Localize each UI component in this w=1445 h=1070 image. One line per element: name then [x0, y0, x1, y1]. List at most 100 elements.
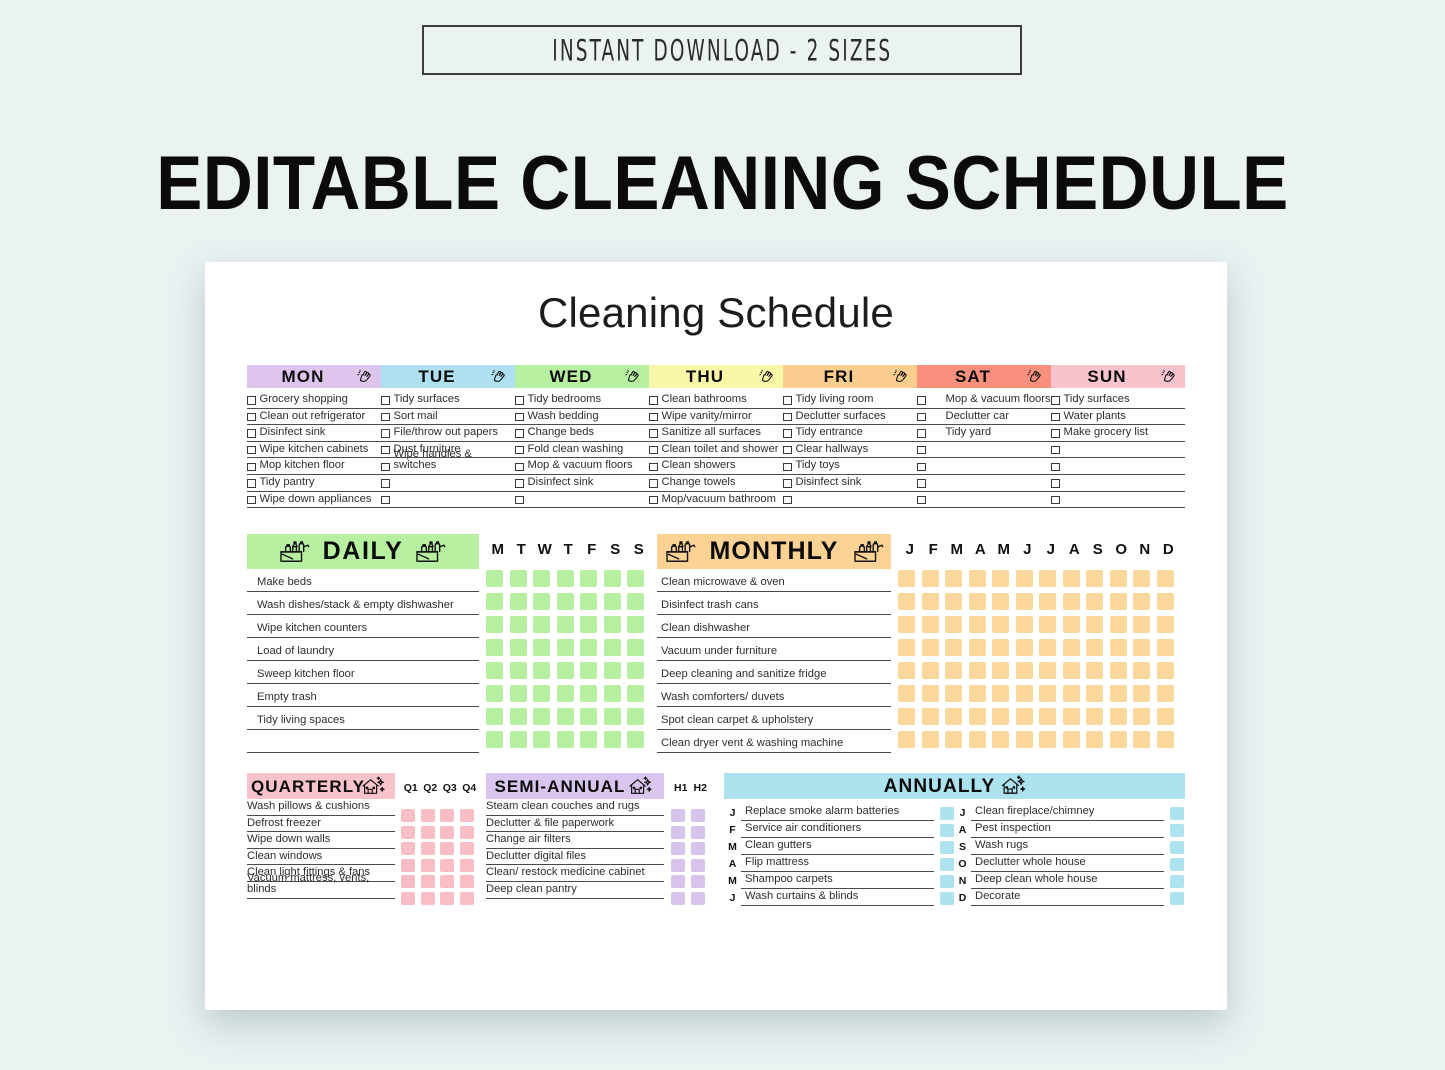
monthly-grid-cell[interactable] [1062, 570, 1080, 587]
monthly-grid-cell[interactable] [1015, 662, 1033, 679]
monthly-grid-cell[interactable] [898, 570, 915, 587]
day-task-row[interactable]: Mop kitchen floor [247, 458, 381, 475]
checkbox-icon[interactable] [917, 495, 926, 505]
quarterly-grid-cell[interactable] [401, 825, 415, 839]
day-task-row[interactable]: Tidy yard [917, 425, 1051, 442]
monthly-grid-cell[interactable] [992, 593, 1009, 610]
annually-task-row[interactable]: N Deep clean whole house [954, 872, 1184, 889]
daily-grid-cell[interactable] [603, 708, 621, 725]
monthly-task-row[interactable]: Clean dishwasher [657, 615, 891, 638]
monthly-grid-cell[interactable] [1156, 570, 1174, 587]
daily-grid-cell[interactable] [603, 616, 621, 633]
semi-annual-grid-cell[interactable] [690, 891, 705, 905]
day-task-row[interactable]: Grocery shopping [247, 392, 381, 409]
daily-grid-cell[interactable] [603, 685, 621, 702]
monthly-grid-cell[interactable] [1086, 616, 1103, 633]
monthly-grid-cell[interactable] [1109, 616, 1127, 633]
monthly-grid-cell[interactable] [1086, 731, 1103, 748]
monthly-grid-cell[interactable] [1133, 731, 1150, 748]
monthly-grid-cell[interactable] [968, 731, 986, 748]
daily-grid-cell[interactable] [556, 570, 574, 587]
monthly-grid-cell[interactable] [1062, 639, 1080, 656]
monthly-grid-cell[interactable] [921, 593, 939, 610]
annually-task-row[interactable]: M Clean gutters [724, 838, 954, 855]
semi-annual-grid-cell[interactable] [671, 825, 685, 839]
annually-task-row[interactable]: D Decorate [954, 889, 1184, 906]
monthly-grid-cell[interactable] [945, 662, 962, 679]
monthly-grid-cell[interactable] [945, 570, 962, 587]
checkbox-icon[interactable] [515, 445, 524, 455]
annually-grid-cell[interactable] [1170, 807, 1184, 820]
day-task-row[interactable]: Tidy surfaces [1051, 392, 1185, 409]
monthly-grid-cell[interactable] [968, 639, 986, 656]
annually-grid-cell[interactable] [1170, 892, 1184, 905]
semi-annual-grid-cell[interactable] [671, 842, 685, 856]
daily-grid-cell[interactable] [580, 639, 597, 656]
checkbox-icon[interactable] [1051, 429, 1060, 438]
semi-annual-task-row[interactable]: Deep clean pantry [486, 882, 664, 899]
semi-annual-grid-cell[interactable] [671, 891, 685, 905]
day-task-row[interactable]: Tidy bedrooms [515, 392, 649, 409]
monthly-task-row[interactable]: Deep cleaning and sanitize fridge [657, 661, 891, 684]
monthly-grid-cell[interactable] [1086, 685, 1103, 702]
daily-grid-cell[interactable] [580, 685, 597, 702]
day-task-row[interactable]: Wipe kitchen cabinets [247, 442, 381, 459]
monthly-grid-cell[interactable] [1039, 685, 1056, 702]
daily-grid-cell[interactable] [580, 662, 597, 679]
monthly-grid-cell[interactable] [1062, 662, 1080, 679]
daily-grid-cell[interactable] [533, 593, 550, 610]
checkbox-icon[interactable] [515, 396, 524, 405]
daily-grid-cell[interactable] [580, 708, 597, 725]
daily-grid-cell[interactable] [556, 639, 574, 656]
monthly-grid-cell[interactable] [1109, 639, 1127, 656]
day-task-row[interactable]: Mop & vacuum floors [917, 392, 1051, 409]
monthly-grid-cell[interactable] [1109, 731, 1127, 748]
monthly-grid-cell[interactable] [1133, 662, 1150, 679]
monthly-grid-cell[interactable] [1156, 593, 1174, 610]
checkbox-icon[interactable] [917, 396, 926, 405]
daily-task-row[interactable]: Make beds [247, 569, 479, 592]
semi-annual-grid-cell[interactable] [690, 875, 705, 889]
monthly-grid-cell[interactable] [921, 639, 939, 656]
checkbox-icon[interactable] [247, 495, 256, 505]
annually-grid-cell[interactable] [940, 807, 954, 820]
monthly-grid-cell[interactable] [921, 570, 939, 587]
checkbox-icon[interactable] [515, 479, 524, 488]
quarterly-grid-cell[interactable] [401, 875, 415, 889]
quarterly-grid-cell[interactable] [459, 809, 474, 822]
checkbox-icon[interactable] [783, 462, 792, 472]
day-task-row[interactable]: Sort mail [381, 409, 515, 426]
semi-annual-grid-cell[interactable] [690, 858, 705, 872]
monthly-grid-cell[interactable] [968, 662, 986, 679]
monthly-task-row[interactable]: Clean microwave & oven [657, 569, 891, 592]
monthly-grid-cell[interactable] [1133, 708, 1150, 725]
annually-task-row[interactable]: O Declutter whole house [954, 855, 1184, 872]
checkbox-icon[interactable] [247, 396, 256, 405]
monthly-grid-cell[interactable] [898, 708, 915, 725]
daily-grid-cell[interactable] [533, 570, 550, 587]
day-task-row[interactable]: Clean out refrigerator [247, 409, 381, 426]
daily-grid-cell[interactable] [627, 708, 644, 725]
daily-grid-cell[interactable] [509, 593, 527, 610]
monthly-grid-cell[interactable] [1039, 662, 1056, 679]
day-task-row[interactable]: Fold clean washing [515, 442, 649, 459]
checkbox-icon[interactable] [783, 495, 792, 505]
monthly-grid-cell[interactable] [1133, 685, 1150, 702]
monthly-grid-cell[interactable] [921, 685, 939, 702]
monthly-grid-cell[interactable] [992, 685, 1009, 702]
checkbox-icon[interactable] [917, 462, 926, 472]
annually-grid-cell[interactable] [1170, 858, 1184, 871]
monthly-grid-cell[interactable] [945, 685, 962, 702]
daily-grid-cell[interactable] [627, 662, 644, 679]
monthly-grid-cell[interactable] [1062, 685, 1080, 702]
monthly-grid-cell[interactable] [898, 616, 915, 633]
monthly-task-row[interactable]: Spot clean carpet & upholstery [657, 707, 891, 730]
monthly-grid-cell[interactable] [1156, 731, 1174, 748]
quarterly-grid-cell[interactable] [401, 858, 415, 872]
annually-grid-cell[interactable] [940, 858, 954, 871]
daily-grid-cell[interactable] [509, 570, 527, 587]
daily-grid-cell[interactable] [486, 616, 503, 633]
monthly-grid-cell[interactable] [1109, 593, 1127, 610]
semi-annual-task-row[interactable]: Change air filters [486, 832, 664, 849]
monthly-grid-cell[interactable] [1109, 662, 1127, 679]
